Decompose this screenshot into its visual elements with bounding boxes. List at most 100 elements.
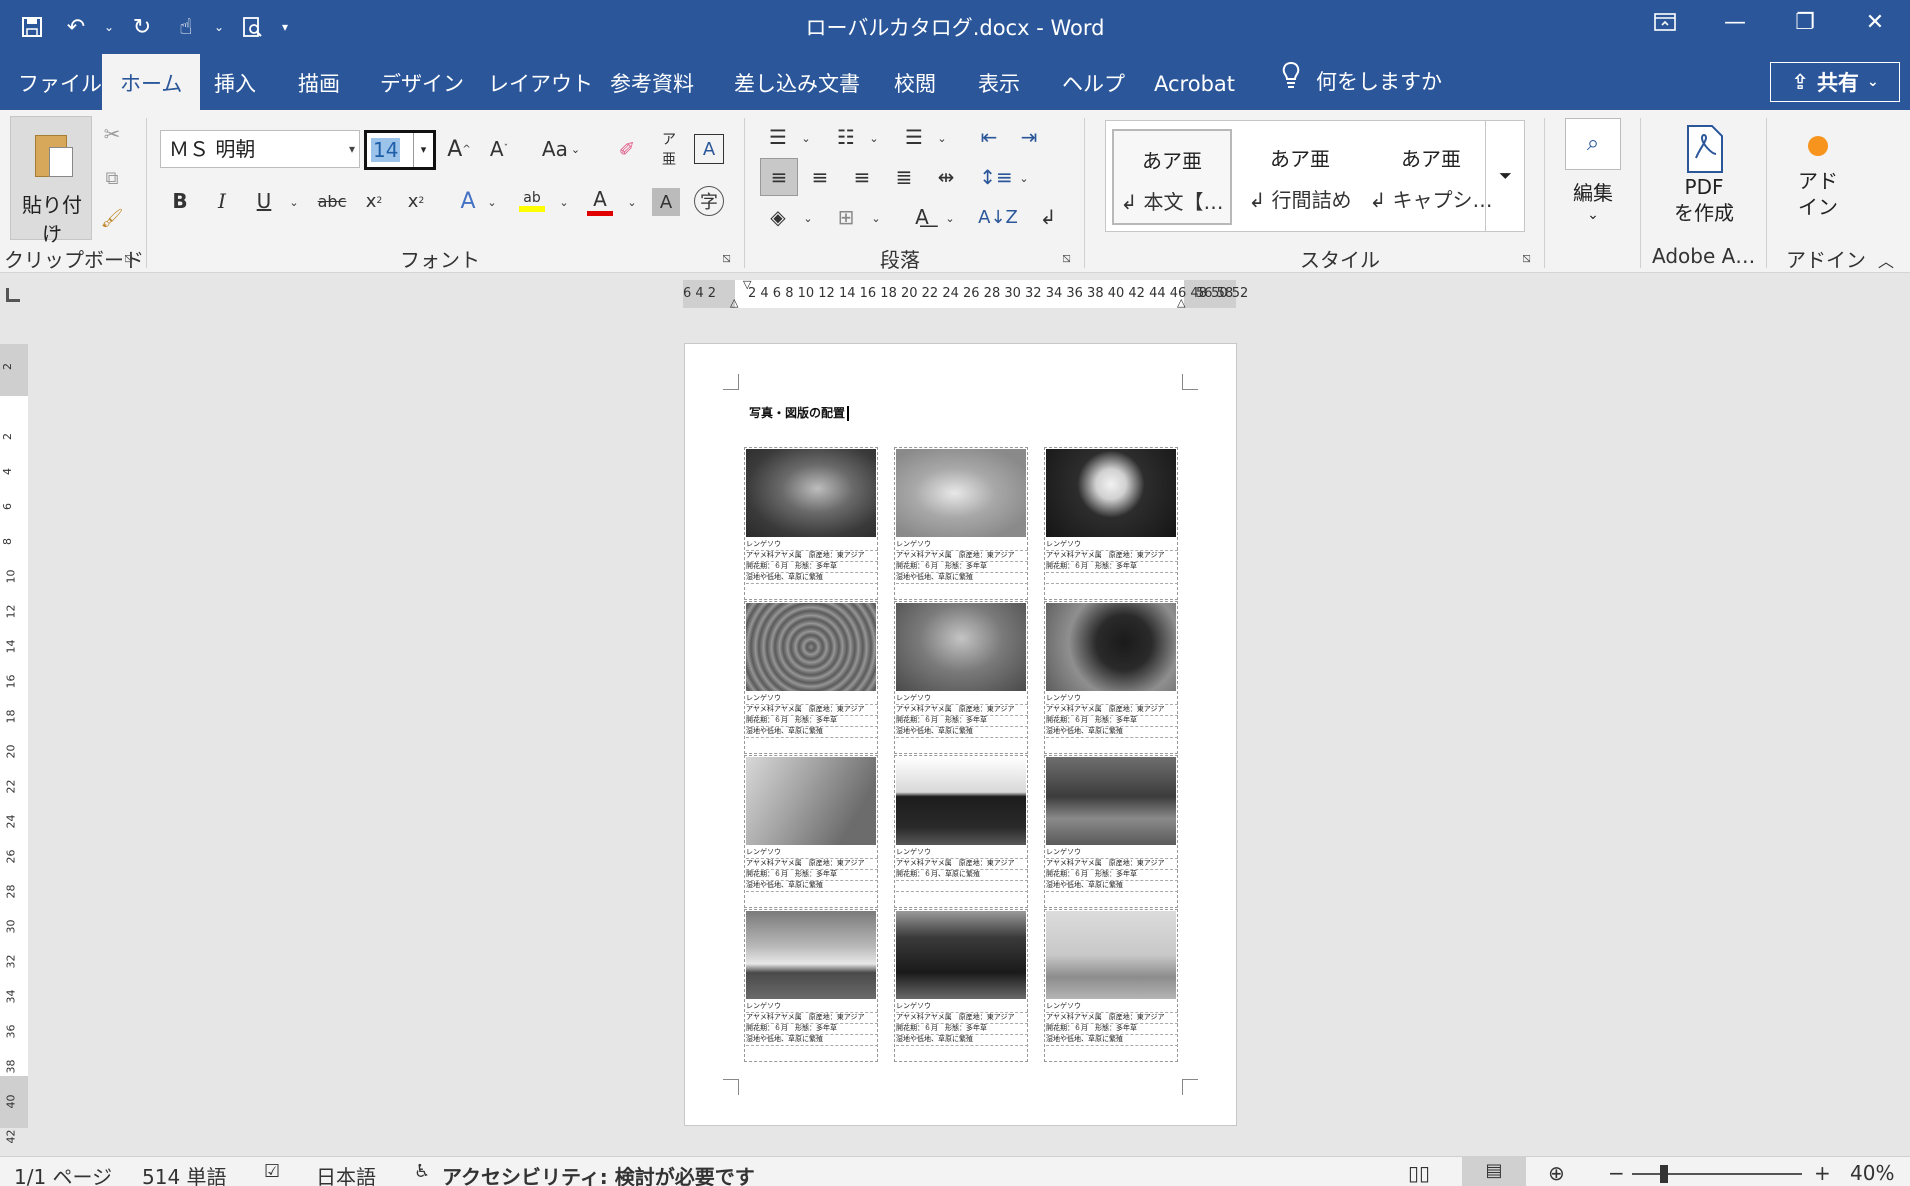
photo-caption[interactable]: レンゲソウ アヤメ科アヤメ属 原産地：東アジア 開花期：６月 形態：多年草 湿地や低地… <box>746 694 878 738</box>
zoom-out-icon[interactable]: − <box>1608 1161 1625 1185</box>
create-pdf-button[interactable]: PDF を作成 <box>1658 124 1750 226</box>
accessibility-status[interactable]: アクセシビリティ: 検討が必要です <box>442 1161 755 1186</box>
align-right-icon[interactable]: ≡ <box>844 162 880 192</box>
catalog-cell[interactable]: レンゲソウ アヤメ科アヤメ属 原産地：東アジア 開花期：６月 形態：多年草 湿地や低地… <box>894 601 1028 754</box>
distributed-icon[interactable]: ⇹ <box>928 162 964 192</box>
catalog-photo[interactable] <box>1046 757 1176 845</box>
paste-dropdown-icon[interactable]: ⌄ <box>15 217 89 233</box>
photo-caption[interactable]: レンゲソウ アヤメ科アヤメ属 原産地：東アジア 開花期：６月 形態：多年草 湿地や低地… <box>1046 1002 1178 1046</box>
character-shading-icon[interactable]: A <box>652 188 680 216</box>
document-page[interactable]: 写真・図版の配置 レンゲソウ アヤメ科アヤメ属 原産地：東アジア 開花期：６月 形態… <box>684 343 1237 1126</box>
underline-dropdown-icon[interactable]: ⌄ <box>286 190 302 214</box>
enclose-characters-icon[interactable]: 字 <box>694 186 724 216</box>
photo-caption[interactable]: レンゲソウ アヤメ科アヤメ属 原産地：東アジア 開花期：６月 形態：多年草 湿地や低地… <box>1046 848 1178 892</box>
catalog-cell[interactable]: レンゲソウ アヤメ科アヤメ属 原産地：東アジア 開花期：６月 形態：多年草 <box>1044 447 1178 600</box>
bullets-dropdown-icon[interactable]: ⌄ <box>798 126 814 150</box>
shading-icon[interactable]: ◈ <box>760 200 796 234</box>
tab-mailings[interactable]: 差し込み文書 <box>716 54 878 110</box>
photo-caption[interactable]: レンゲソウ アヤメ科アヤメ属 原産地：東アジア 開花期：６月 形態：多年草 湿地や低地… <box>896 694 1028 738</box>
cut-icon[interactable]: ✂ <box>98 120 126 148</box>
photo-caption[interactable]: レンゲソウ アヤメ科アヤメ属 原産地：東アジア 開花期：６月 形態：多年草 <box>1046 540 1178 584</box>
borders-icon[interactable]: ⊞ <box>828 200 864 234</box>
strikethrough-icon[interactable]: abc <box>314 186 350 216</box>
proofing-icon[interactable]: ☑ <box>264 1161 280 1182</box>
borders-dropdown-icon[interactable]: ⌄ <box>868 206 884 230</box>
change-case-icon[interactable]: Aa ⌄ <box>536 134 586 164</box>
italic-icon[interactable]: I <box>206 186 238 216</box>
tab-review[interactable]: 校閲 <box>876 54 954 110</box>
align-center-icon[interactable]: ≡ <box>802 162 838 192</box>
asian-layout-icon[interactable]: A͟ <box>904 200 940 234</box>
zoom-slider[interactable] <box>1632 1173 1802 1175</box>
zoom-in-icon[interactable]: + <box>1814 1161 1831 1185</box>
vertical-ruler[interactable]: 2 2 4 6 8 10 12 14 16 18 20 22 24 26 28 30 32 34 36 38 40 42 <box>0 344 28 1144</box>
page-count[interactable]: 1/1 ページ <box>14 1161 112 1186</box>
highlight-icon[interactable]: ab <box>516 184 548 218</box>
tab-insert[interactable]: 挿入 <box>196 54 274 110</box>
tab-help[interactable]: ヘルプ <box>1044 54 1143 110</box>
photo-caption[interactable]: レンゲソウ アヤメ科アヤメ属 原産地：東アジア 開花期：６月 形態：多年草 湿地や低地… <box>746 540 878 584</box>
text-effects-icon[interactable]: A <box>452 186 484 216</box>
catalog-cell[interactable]: レンゲソウ アヤメ科アヤメ属 原産地：東アジア 開花期：６月 形態：多年草 湿地や低地… <box>744 601 878 754</box>
catalog-photo[interactable] <box>746 757 876 845</box>
styles-more-icon[interactable]: ⏷ <box>1485 120 1525 232</box>
catalog-photo[interactable] <box>1046 603 1176 691</box>
catalog-photo[interactable] <box>896 603 1026 691</box>
photo-caption[interactable]: レンゲソウ アヤメ科アヤメ属 原産地：東アジア 開花期：６月 形態：多年草 湿地や低地… <box>746 1002 878 1046</box>
font-color-icon[interactable]: A <box>584 184 616 218</box>
read-mode-icon[interactable]: ▯▯ <box>1408 1161 1430 1185</box>
catalog-cell[interactable]: レンゲソウ アヤメ科アヤメ属 原産地：東アジア 開花期：６月 形態：多年草 湿地や低地… <box>894 909 1028 1062</box>
catalog-cell[interactable]: レンゲソウ アヤメ科アヤメ属 原産地：東アジア 開花期：６月 形態：多年草 湿地や低地… <box>1044 909 1178 1062</box>
catalog-photo[interactable] <box>746 911 876 999</box>
decrease-indent-icon[interactable]: ⇤ <box>972 122 1006 152</box>
tab-layout[interactable]: レイアウト <box>470 54 611 110</box>
ribbon-display-icon[interactable] <box>1630 0 1700 44</box>
first-line-indent-icon[interactable]: ▽ <box>743 278 751 291</box>
share-button[interactable]: ⇪ 共有 ⌄ <box>1770 62 1900 102</box>
font-size-combo[interactable]: 14 ▾ <box>364 130 436 170</box>
align-left-icon[interactable]: ≡ <box>760 158 798 196</box>
paragraph-launcher-icon[interactable]: ⧅ <box>1062 250 1071 266</box>
tab-references[interactable]: 参考資料 <box>592 54 712 110</box>
sort-icon[interactable]: A↓Z <box>978 200 1018 234</box>
style-body[interactable]: あア亜 ↲ 本文【… <box>1112 129 1232 225</box>
addins-button[interactable]: アド イン <box>1778 136 1858 220</box>
increase-indent-icon[interactable]: ⇥ <box>1012 122 1046 152</box>
photo-caption[interactable]: レンゲソウ アヤメ科アヤメ属 原産地：東アジア 開花期：６月、草原に繁殖 <box>896 848 1028 892</box>
catalog-cell[interactable]: レンゲソウ アヤメ科アヤメ属 原産地：東アジア 開花期：６月 形態：多年草 湿地や低地… <box>1044 755 1178 908</box>
language-indicator[interactable]: 日本語 <box>316 1161 376 1186</box>
catalog-photo[interactable] <box>1046 911 1176 999</box>
show-formatting-icon[interactable]: ↲ <box>1030 200 1066 234</box>
superscript-icon[interactable]: x2 <box>400 186 432 216</box>
paste-button[interactable]: 貼り付け ⌄ <box>10 116 92 246</box>
catalog-cell[interactable]: レンゲソウ アヤメ科アヤメ属 原産地：東アジア 開花期：６月 形態：多年草 湿地や低地… <box>744 447 878 600</box>
numbering-dropdown-icon[interactable]: ⌄ <box>866 126 882 150</box>
subscript-icon[interactable]: x2 <box>358 186 390 216</box>
tab-acrobat[interactable]: Acrobat <box>1136 54 1253 110</box>
tab-draw[interactable]: 描画 <box>280 54 358 110</box>
bold-icon[interactable]: B <box>164 186 196 216</box>
close-icon[interactable]: ✕ <box>1840 0 1910 44</box>
photo-caption[interactable]: レンゲソウ アヤメ科アヤメ属 原産地：東アジア 開花期：６月 形態：多年草 湿地や低地… <box>1046 694 1178 738</box>
tab-design[interactable]: デザイン <box>362 54 482 110</box>
grow-font-icon[interactable]: A ^ <box>444 134 474 164</box>
catalog-cell[interactable]: レンゲソウ アヤメ科アヤメ属 原産地：東アジア 開花期：６月、草原に繁殖 <box>894 755 1028 908</box>
tab-home[interactable]: ホーム <box>102 54 201 110</box>
horizontal-ruler[interactable]: 6 4 2 2 4 6 8 10 12 14 16 18 20 22 24 26… <box>683 278 1248 309</box>
font-launcher-icon[interactable]: ⧅ <box>722 250 731 266</box>
photo-caption[interactable]: レンゲソウ アヤメ科アヤメ属 原産地：東アジア 開花期：６月 形態：多年草 湿地や低地… <box>896 540 1028 584</box>
editing-button[interactable]: ⌕ 編集 ⌄ <box>1560 118 1626 224</box>
catalog-photo[interactable] <box>896 757 1026 845</box>
photo-caption[interactable]: レンゲソウ アヤメ科アヤメ属 原産地：東アジア 開花期：６月 形態：多年草 湿地や低地… <box>746 848 878 892</box>
word-count[interactable]: 514 単語 <box>142 1161 227 1186</box>
minimize-icon[interactable]: — <box>1700 0 1770 44</box>
font-color-dropdown-icon[interactable]: ⌄ <box>624 190 640 214</box>
text-effects-dropdown-icon[interactable]: ⌄ <box>484 190 500 214</box>
style-no-spacing[interactable]: あア亜 ↲ 行間詰め <box>1240 129 1360 225</box>
shading-dropdown-icon[interactable]: ⌄ <box>800 206 816 230</box>
style-caption[interactable]: あア亜 ↲ キャプシ… <box>1366 129 1496 225</box>
clipboard-launcher-icon[interactable]: ⧅ <box>124 250 133 266</box>
photo-caption[interactable]: レンゲソウ アヤメ科アヤメ属 原産地：東アジア 開花期：６月 形態：多年草 湿地や低地… <box>896 1002 1028 1046</box>
phonetic-guide-icon[interactable]: ア亜 <box>654 132 684 168</box>
asian-layout-dropdown-icon[interactable]: ⌄ <box>942 206 958 230</box>
